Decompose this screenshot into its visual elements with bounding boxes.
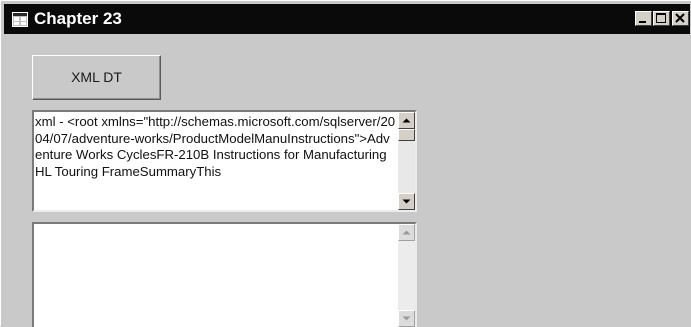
maximize-button[interactable]	[653, 11, 670, 26]
output-text: xml - <root xmlns="http://schemas.micros…	[35, 114, 396, 179]
xml-dt-button[interactable]: XML DT	[32, 55, 161, 100]
title-bar[interactable]: Chapter 23	[4, 4, 690, 34]
scroll-down-button[interactable]	[398, 193, 415, 210]
scroll-up-button-disabled[interactable]	[398, 224, 415, 241]
main-window: Chapter 23 XML DT xml - <root xmlns="htt…	[0, 0, 691, 327]
output-textbox[interactable]: xml - <root xmlns="http://schemas.micros…	[32, 110, 417, 212]
app-window-icon[interactable]	[12, 12, 28, 27]
window-title: Chapter 23	[34, 9, 122, 28]
scroll-thumb[interactable]	[398, 129, 415, 141]
minimize-button[interactable]	[635, 11, 652, 26]
output-vertical-scrollbar[interactable]	[398, 112, 415, 210]
scroll-down-button-disabled[interactable]	[398, 310, 415, 327]
scroll-up-button[interactable]	[398, 112, 415, 129]
input-textbox[interactable]	[32, 222, 417, 327]
input-vertical-scrollbar[interactable]	[398, 224, 415, 327]
close-button[interactable]	[672, 11, 689, 26]
